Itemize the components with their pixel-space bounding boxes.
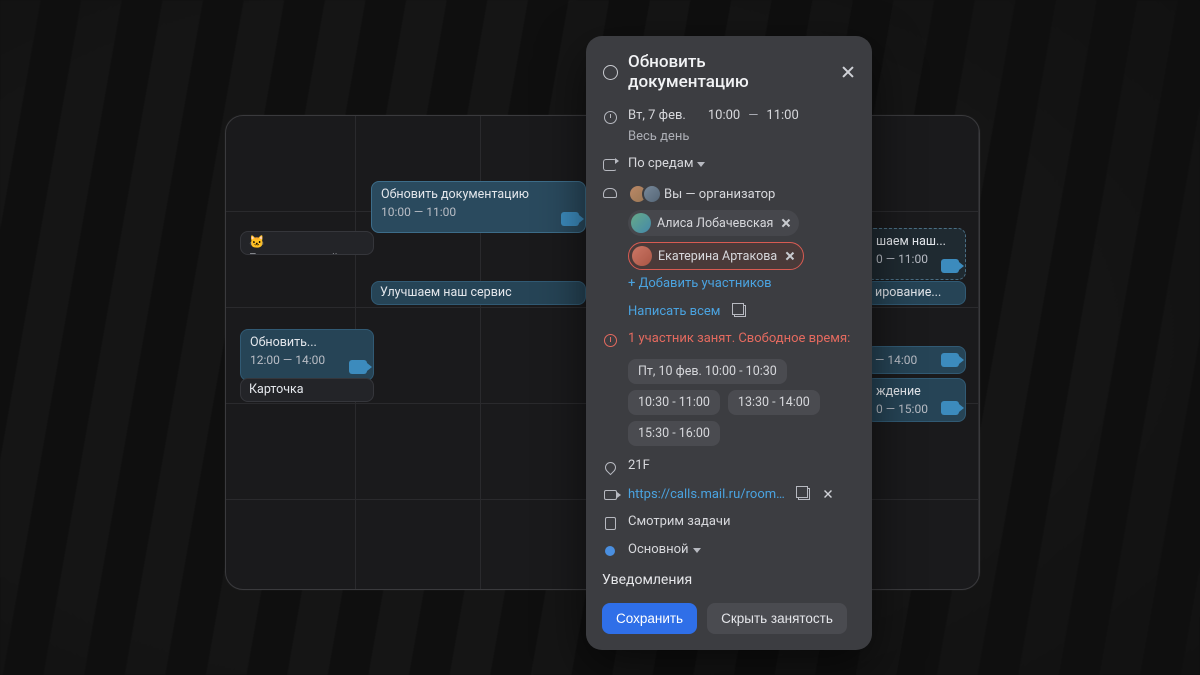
event-time: — 14:00 [875,353,917,367]
call-link[interactable]: https://calls.mail.ru/room/36894... [628,487,788,502]
calendar-color-icon [602,542,618,558]
avatar-stack [628,184,656,204]
time-end[interactable]: 11:00 [766,108,798,123]
mail-all-link[interactable]: Написать всем [628,304,720,319]
time-slot[interactable]: 15:30 - 16:00 [628,421,720,446]
guest-chip[interactable]: Алиса Лобачевская [628,210,799,236]
time-start[interactable]: 10:00 [708,108,740,123]
camera-icon [941,401,959,415]
event-title: Улучшаем наш сервис [380,285,512,300]
dialog-body: Вт, 7 фев. 10:00 — 11:00 Весь день По ср… [586,102,872,591]
event-title: Обновить документацию [381,187,576,204]
event-contact[interactable]: Карточка контакта.... [240,378,374,402]
description-value[interactable]: Смотрим задачи [628,514,730,529]
dialog-title: Обновить документацию [628,52,830,92]
notifications-header: Уведомления [602,564,860,591]
event-title: ирование... [875,285,941,300]
event-right3[interactable]: — 14:00 [866,346,966,374]
event-update2[interactable]: Обновить... 12:00 — 14:00 [240,329,374,381]
add-guests-link[interactable]: + Добавить участников [628,276,772,291]
location-value[interactable]: 21F [628,458,650,473]
event-right4[interactable]: ждение 0 — 15:00 [866,378,966,422]
repeat-icon [602,156,618,172]
repeat-select[interactable]: По средам [628,156,705,171]
avatar [632,246,652,266]
dialog-header: Обновить документацию [586,36,872,102]
row-location: 21F [602,452,860,480]
warning-icon [602,331,618,347]
event-dialog: Обновить документацию Вт, 7 фев. 10:00 —… [586,36,872,650]
row-guests: Вы — организатор Алиса Лобачевская Екате… [602,178,860,325]
all-day-toggle[interactable]: Весь день [628,129,689,144]
chevron-down-icon [697,162,705,167]
row-call-link: https://calls.mail.ru/room/36894... [602,480,860,508]
event-right2[interactable]: ирование... [866,281,966,305]
row-description: Смотрим задачи [602,508,860,536]
event-ghost[interactable]: шаем наш... 0 — 11:00 [866,228,966,280]
camera-icon [349,360,367,374]
remove-guest-icon[interactable] [785,251,795,261]
event-title: Обновить... [250,335,364,352]
date-label[interactable]: Вт, 7 фев. [628,108,686,123]
copy-icon[interactable] [796,486,812,502]
event-title: ждение [876,384,956,401]
time-slot[interactable]: 10:30 - 11:00 [628,390,720,415]
event-time: 12:00 — 14:00 [250,352,364,368]
dialog-footer: Сохранить Скрыть занятость [586,591,872,650]
row-busy-warning: 1 участник занят. Свободное время: [602,325,860,353]
camera-icon [941,259,959,273]
organizer: Вы — организатор [628,184,775,204]
time-slot[interactable]: Пт, 10 фев. 10:00 - 10:30 [628,359,787,384]
row-datetime: Вт, 7 фев. 10:00 — 11:00 Весь день [602,102,860,150]
guest-chip-busy[interactable]: Екатерина Артакова [628,242,804,270]
camera-icon [602,486,618,502]
save-button[interactable]: Сохранить [602,603,697,634]
organizer-label: Вы — организатор [664,187,775,202]
event-title: шаем наш... [876,234,956,251]
row-slots: Пт, 10 фев. 10:00 - 10:30 10:30 - 11:00 … [602,353,860,452]
clock-icon [602,108,618,124]
chevron-down-icon [693,548,701,553]
calendar-select[interactable]: Основной [628,542,701,557]
event-title: Карточка контакта.... [249,382,315,402]
event-weekly[interactable]: 🐱 Еженедельный... [240,231,374,255]
time-slot[interactable]: 13:30 - 14:00 [728,390,820,415]
people-icon [602,184,618,200]
face-icon [602,64,618,80]
avatar [631,213,651,233]
camera-icon [941,353,959,367]
close-icon[interactable] [840,64,856,80]
time-dash: — [748,108,758,123]
location-icon [602,458,618,474]
busy-warning-text: 1 участник занят. Свободное время: [628,331,850,346]
copy-icon[interactable] [732,303,748,319]
remove-guest-icon[interactable] [781,218,791,228]
event-update-doc[interactable]: Обновить документацию 10:00 — 11:00 [371,181,586,233]
document-icon [602,514,618,530]
row-calendar: Основной [602,536,860,564]
event-time: 10:00 — 11:00 [381,204,576,220]
event-title: 🐱 Еженедельный... [249,235,348,255]
guest-name: Екатерина Артакова [658,249,777,264]
hide-busy-button[interactable]: Скрыть занятость [707,603,847,634]
row-repeat: По средам [602,150,860,178]
remove-link-icon[interactable] [822,488,833,499]
guest-name: Алиса Лобачевская [657,216,773,231]
camera-icon [561,212,579,226]
event-service[interactable]: Улучшаем наш сервис [371,281,586,305]
